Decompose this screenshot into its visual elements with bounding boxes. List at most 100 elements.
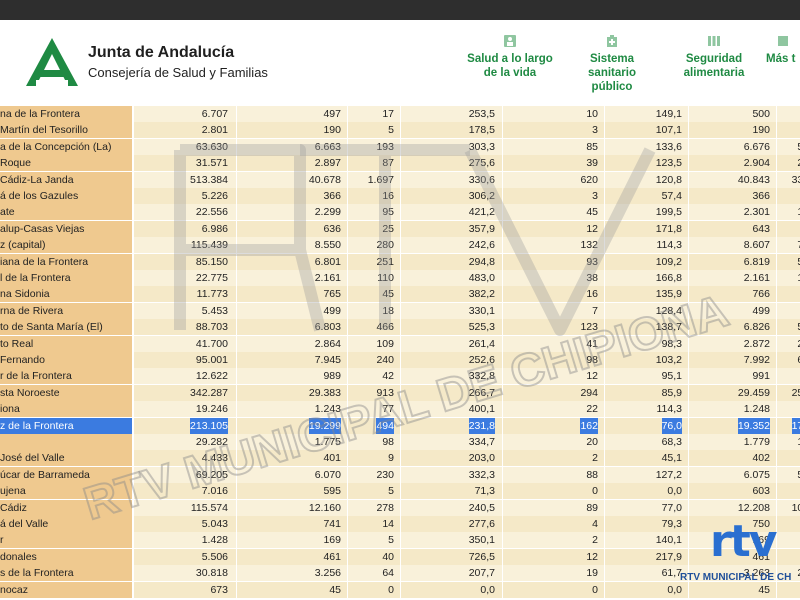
column-divider bbox=[347, 581, 348, 598]
table-cell-c4: 330,1 bbox=[468, 304, 495, 317]
column-divider bbox=[400, 253, 401, 270]
table-row[interactable]: Fernando95.0017.945240252,698103,27.9926… bbox=[0, 352, 800, 368]
column-divider bbox=[400, 499, 401, 516]
table-cell-c1: 7.016 bbox=[201, 485, 228, 498]
table-row[interactable]: rna de Rivera5.45349918330,17128,44993 bbox=[0, 302, 800, 319]
table-row[interactable]: ujena7.016595571,300,06035 bbox=[0, 483, 800, 500]
column-divider bbox=[502, 319, 503, 336]
municipality-name: a de la Concepción (La) bbox=[0, 138, 132, 155]
table-cell-c1: 673 bbox=[210, 583, 228, 596]
table-row[interactable]: ate22.5562.29995421,245199,52.3011.9 bbox=[0, 204, 800, 221]
table-cell-c1: 5.506 bbox=[201, 550, 228, 563]
table-cell-c3: 45 bbox=[382, 288, 394, 301]
table-cell-c5: 294 bbox=[580, 386, 598, 399]
column-divider bbox=[236, 532, 237, 549]
table-row[interactable]: 29.2821.77598334,72068,31.7791.4 bbox=[0, 434, 800, 450]
nav-seguridad-alimentaria[interactable]: Seguridad alimentaria bbox=[672, 34, 756, 80]
table-cell-c2: 7.945 bbox=[314, 354, 341, 366]
column-divider bbox=[236, 434, 237, 450]
table-cell-c3: 40 bbox=[382, 550, 394, 563]
table-cell-c5: 88 bbox=[586, 468, 598, 481]
table-cell-c7: 603 bbox=[752, 485, 770, 498]
column-divider bbox=[604, 138, 605, 155]
table-cell-c2: 40.678 bbox=[308, 173, 341, 186]
column-divider bbox=[347, 253, 348, 270]
nav-salud-vida[interactable]: Salud a lo largo de la vida bbox=[462, 34, 558, 80]
table-row[interactable]: alup-Casas Viejas 6.986 636 25 357,9 12 171,8 6… bbox=[0, 220, 800, 237]
column-divider bbox=[502, 532, 503, 549]
column-divider bbox=[502, 368, 503, 385]
column-divider bbox=[236, 548, 237, 565]
nav-mas[interactable]: Más t bbox=[766, 34, 800, 66]
table-cell-c2: 8.550 bbox=[314, 239, 341, 252]
table-cell-c6: 76,0 bbox=[661, 417, 682, 434]
column-divider bbox=[604, 532, 605, 549]
column-divider bbox=[502, 220, 503, 237]
table-row[interactable]: r de la Frontera 12.622 989 42 332,8 12 95,1 99… bbox=[0, 368, 800, 385]
column-divider bbox=[400, 188, 401, 204]
table-cell-c2: 1.243 bbox=[314, 403, 341, 416]
table-row[interactable]: to de Santa María (El) 88.703 6.803 466 525,… bbox=[0, 319, 800, 336]
table-row[interactable]: na Sidonia11.77376545382,216135,97666 bbox=[0, 286, 800, 303]
table-row[interactable]: a de la Concepción (La) 63.630 6.663 193 303… bbox=[0, 138, 800, 155]
org-name[interactable]: Junta de Andalucía bbox=[88, 44, 234, 62]
column-divider bbox=[604, 302, 605, 319]
column-divider bbox=[688, 352, 689, 368]
column-divider bbox=[604, 188, 605, 204]
municipality-name: na de la Frontera bbox=[0, 106, 132, 122]
table-cell-c4: 294,8 bbox=[468, 255, 495, 268]
table-cell-c6: 128,4 bbox=[655, 304, 682, 317]
table-row[interactable]: to Real41.7002.864109261,44198,32.8722.3 bbox=[0, 335, 800, 352]
column-divider bbox=[776, 237, 777, 254]
column-divider bbox=[502, 155, 503, 172]
table-row[interactable]: sta Noroeste 342.287 29.383 913 266,7 294 85,9… bbox=[0, 384, 800, 401]
column-divider bbox=[400, 401, 401, 418]
nav-label: de la vida bbox=[483, 67, 537, 79]
table-row[interactable]: Roque31.5712.89787275,639123,52.9042.5 bbox=[0, 155, 800, 172]
table-cell-c3: 280 bbox=[376, 239, 394, 252]
table-cell-c7: 2.904 bbox=[743, 157, 770, 170]
column-divider bbox=[502, 434, 503, 450]
column-divider bbox=[604, 368, 605, 385]
table-row[interactable]: z de la Frontera 213.105 19.299 494 231,8 162… bbox=[0, 417, 800, 434]
nav-sistema-sanitario[interactable]: Sistema sanitario público bbox=[572, 34, 652, 94]
table-row[interactable]: l de la Frontera 22.775 2.161 110 483,0 38 166… bbox=[0, 270, 800, 286]
column-divider bbox=[688, 171, 689, 188]
column-divider bbox=[400, 417, 401, 434]
table-row[interactable]: iona19.2461.24377400,122114,31.2489 bbox=[0, 401, 800, 418]
column-divider bbox=[688, 270, 689, 286]
table-cell-c5: 98 bbox=[586, 354, 598, 366]
column-divider bbox=[400, 122, 401, 139]
column-divider bbox=[236, 106, 237, 122]
column-divider bbox=[400, 155, 401, 172]
municipality-name: José del Valle bbox=[0, 450, 132, 467]
table-row[interactable]: úcar de Barrameda 69.205 6.070 230 332,3 88 12… bbox=[0, 466, 800, 483]
column-divider bbox=[502, 138, 503, 155]
table-cell-c3: 5 bbox=[388, 124, 394, 137]
column-divider bbox=[400, 384, 401, 401]
table-cell-c6: 120,8 bbox=[655, 173, 682, 186]
municipality-name: iana de la Frontera bbox=[0, 253, 132, 270]
table-cell-c7: 8.607 bbox=[743, 239, 770, 252]
table-row[interactable]: Cádiz-La Janda 513.384 40.678 1.697 330,6 620… bbox=[0, 171, 800, 188]
table-row[interactable]: José del Valle4.4334019203,0245,14023 bbox=[0, 450, 800, 467]
table-cell-c7: 7.992 bbox=[743, 354, 770, 366]
table-cell-c4: 253,5 bbox=[468, 108, 495, 120]
table-row[interactable]: iana de la Frontera 85.150 6.801 251 294,8 93… bbox=[0, 253, 800, 270]
column-divider bbox=[688, 335, 689, 352]
column-divider bbox=[347, 220, 348, 237]
table-row[interactable]: Martín del Tesorillo 2.801 190 5 178,5 3 107,1… bbox=[0, 122, 800, 139]
table-cell-c3: 77 bbox=[382, 403, 394, 416]
column-divider bbox=[776, 138, 777, 155]
column-divider bbox=[502, 122, 503, 139]
column-divider bbox=[502, 401, 503, 418]
table-row[interactable]: na de la Frontera 6.707 497 17 253,5 10 149,1 5… bbox=[0, 106, 800, 122]
table-cell-c6: 107,1 bbox=[655, 124, 682, 137]
table-cell-c2: 3.256 bbox=[314, 567, 341, 580]
column-divider bbox=[347, 532, 348, 549]
table-row[interactable]: á de los Gazules5.22636616306,2357,43662 bbox=[0, 188, 800, 204]
junta-andalucia-logo-icon[interactable] bbox=[24, 36, 80, 88]
table-row[interactable]: z (capital) 115.439 8.550 280 242,6 132 114,3 8… bbox=[0, 237, 800, 254]
municipality-name: ate bbox=[0, 204, 132, 221]
table-cell-c6: 0,0 bbox=[667, 485, 682, 498]
